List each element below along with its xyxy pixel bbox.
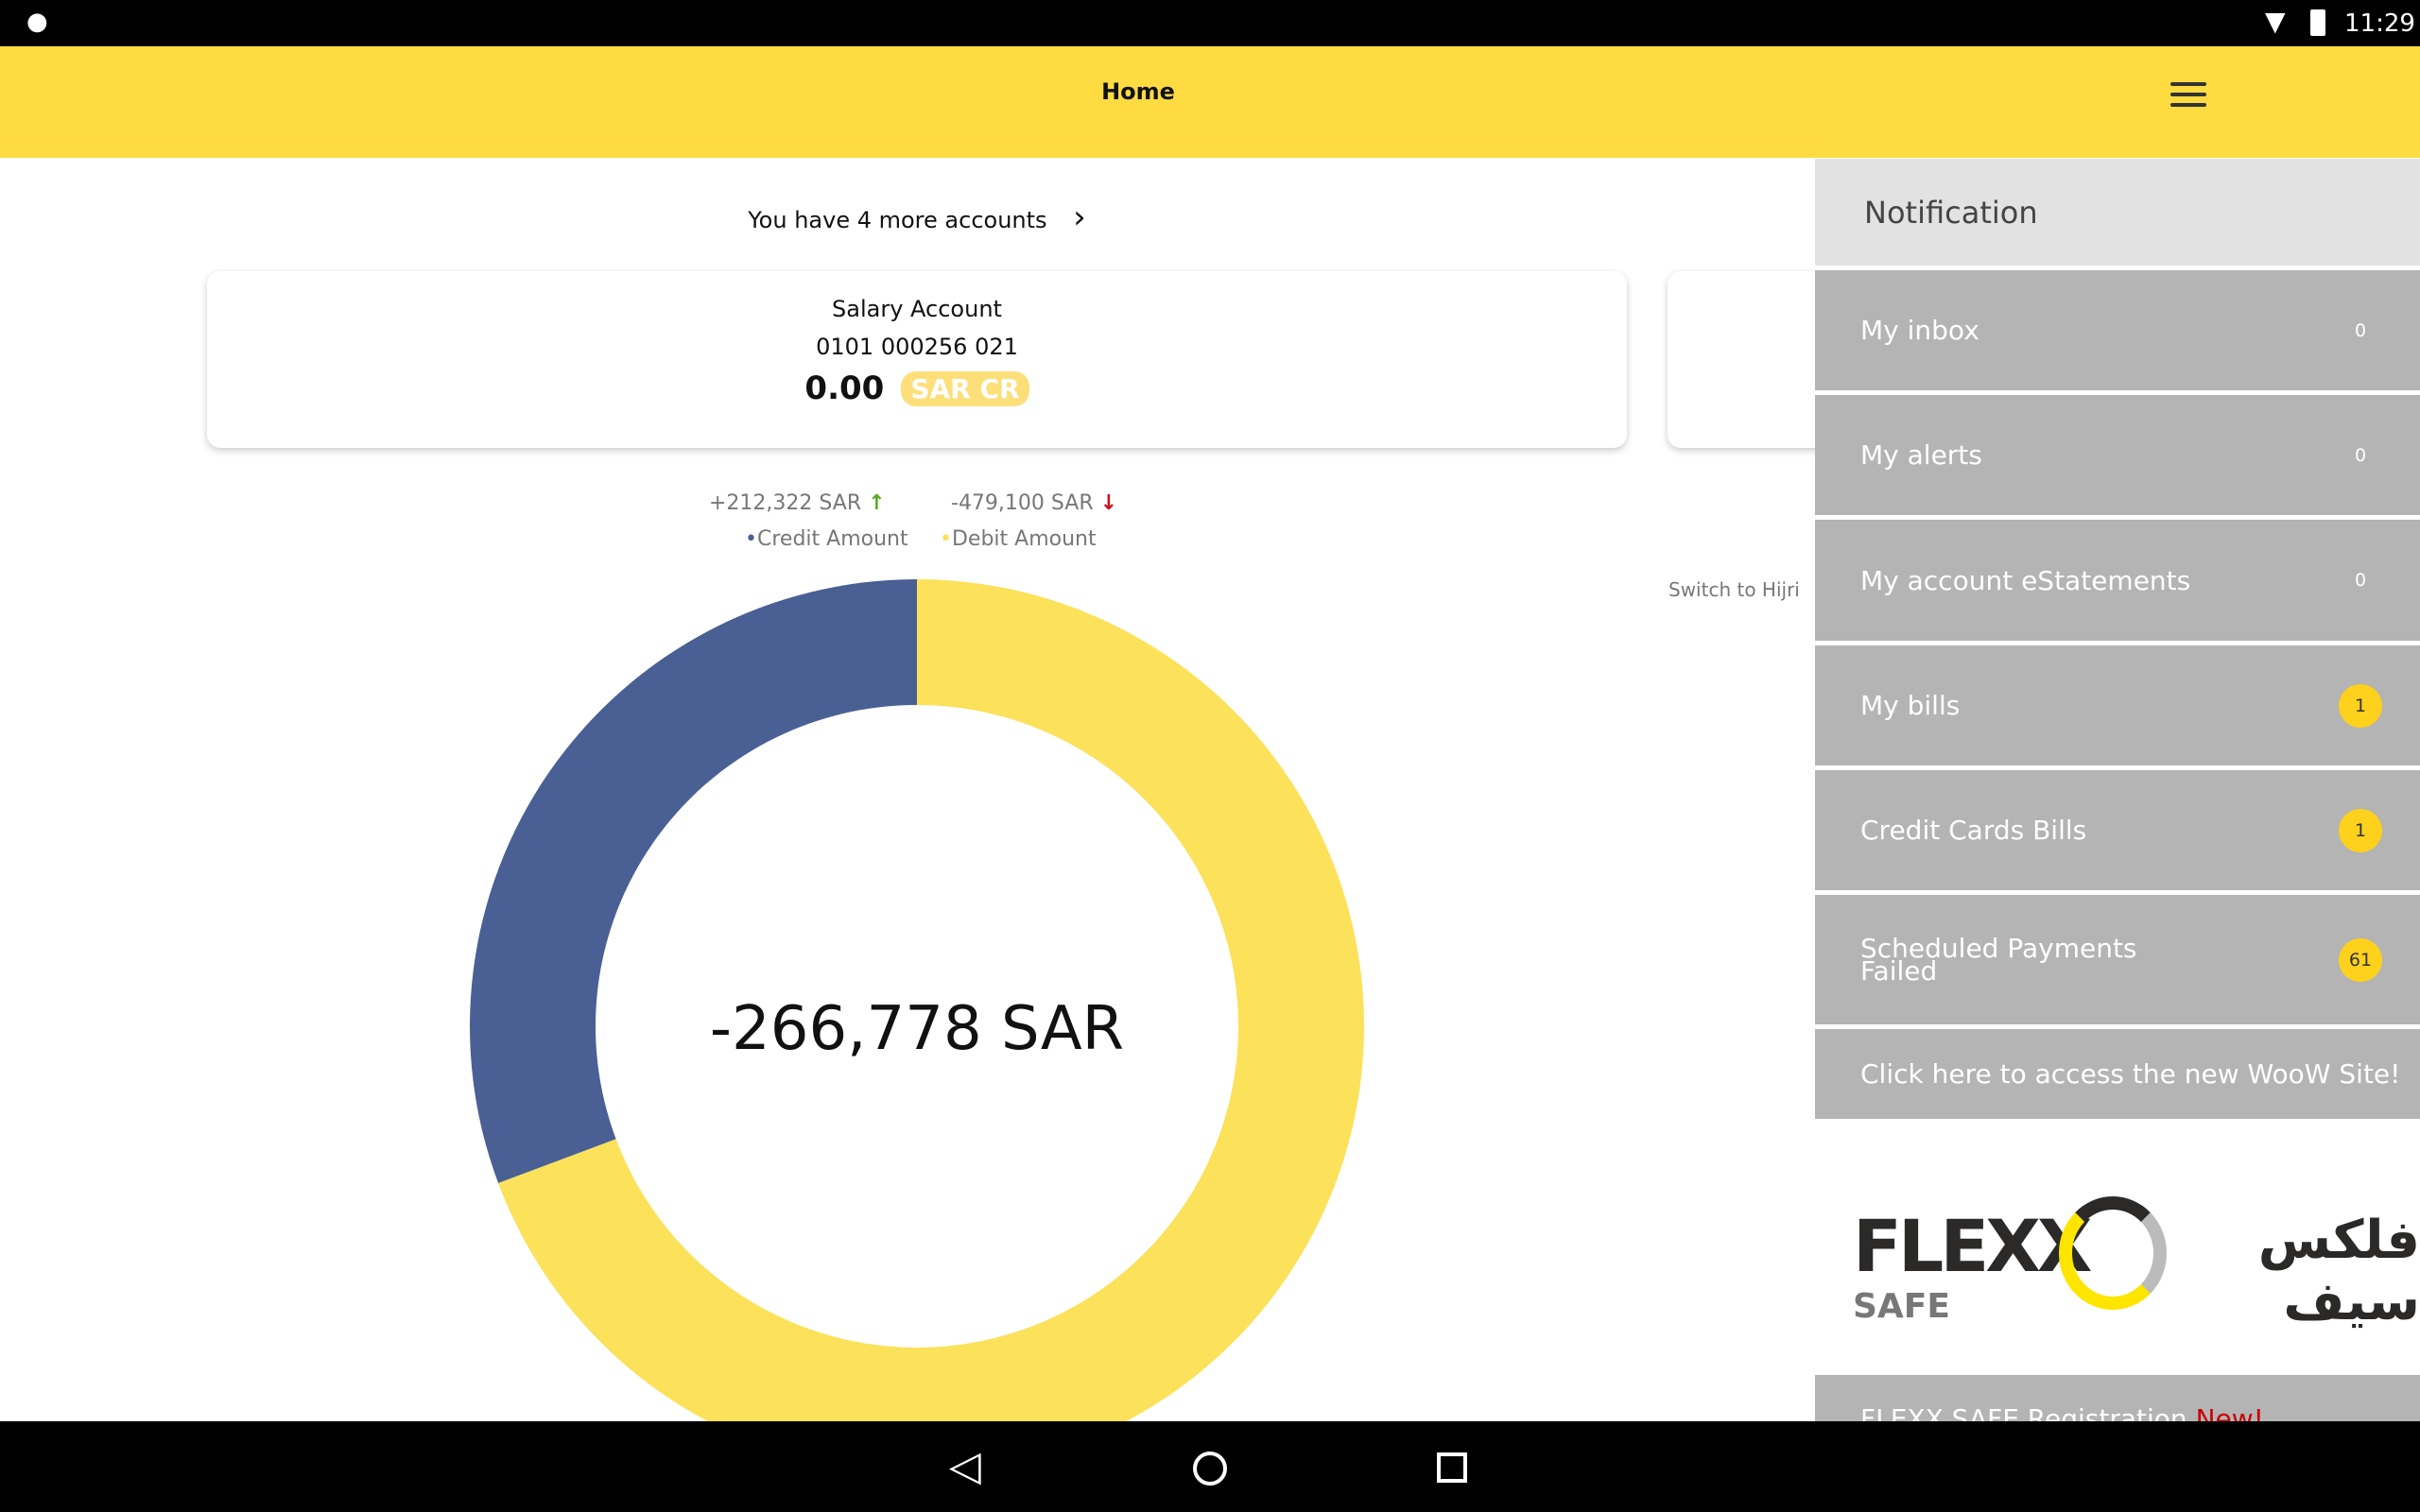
flexx-safe-logo: FLEXX SAFE فلكس سيف — [1815, 1119, 2420, 1374]
drawer-header: Notification — [1815, 159, 2420, 266]
drawer-item-label: My alerts — [1860, 439, 1982, 471]
battery-icon — [2310, 9, 2325, 36]
count-badge: 1 — [2339, 808, 2382, 852]
navigation-bar: ◁ — [0, 1421, 2420, 1512]
wifi-icon: ▼ — [2265, 6, 2286, 37]
drawer-item[interactable]: My account eStatements 0 — [1815, 520, 2420, 641]
drawer-item[interactable]: My alerts 0 — [1815, 395, 2420, 515]
hamburger-menu-icon[interactable] — [2167, 78, 2210, 112]
count-badge: 0 — [2354, 319, 2367, 341]
flexx-safe-registration[interactable]: FLEXX SAFE Registration New! — [1815, 1375, 2420, 1421]
notification-drawer: Notification My inbox 0 My alerts 0 My accou… — [1815, 159, 2420, 1421]
donut-chart: -266,778 SAR — [470, 579, 1364, 1421]
drawer-item-label: My account eStatements — [1860, 564, 2191, 596]
drawer-item[interactable]: My bills 1 — [1815, 645, 2420, 765]
net-amount-label: -266,778 SAR — [710, 994, 1124, 1064]
drawer-item-label: My inbox — [1860, 315, 1979, 346]
drawer-item[interactable]: Click here to access the new WooW Site! — [1815, 1029, 2420, 1119]
drawer-item-label: My bills — [1860, 690, 1961, 721]
count-badge: 0 — [2354, 444, 2367, 466]
drawer-item[interactable]: Scheduled Payments Failed 61 — [1815, 895, 2420, 1024]
home-icon[interactable] — [1193, 1452, 1227, 1486]
count-badge: 61 — [2339, 937, 2382, 982]
recents-icon[interactable] — [1437, 1452, 1467, 1483]
drawer-item-label: Credit Cards Bills — [1860, 815, 2087, 846]
count-badge: 0 — [2354, 570, 2367, 591]
slice-credit — [470, 579, 917, 1184]
drawer-item-label: Click here to access the new WooW Site! — [1860, 1058, 2401, 1090]
count-badge: 1 — [2339, 683, 2382, 728]
clock: 11:29 — [2344, 9, 2415, 38]
drawer-item-label: Scheduled Payments Failed — [1860, 932, 2137, 987]
back-icon[interactable]: ◁ — [949, 1442, 981, 1490]
drawer-item[interactable]: My inbox 0 — [1815, 270, 2420, 390]
drawer-item[interactable]: Credit Cards Bills 1 — [1815, 770, 2420, 890]
